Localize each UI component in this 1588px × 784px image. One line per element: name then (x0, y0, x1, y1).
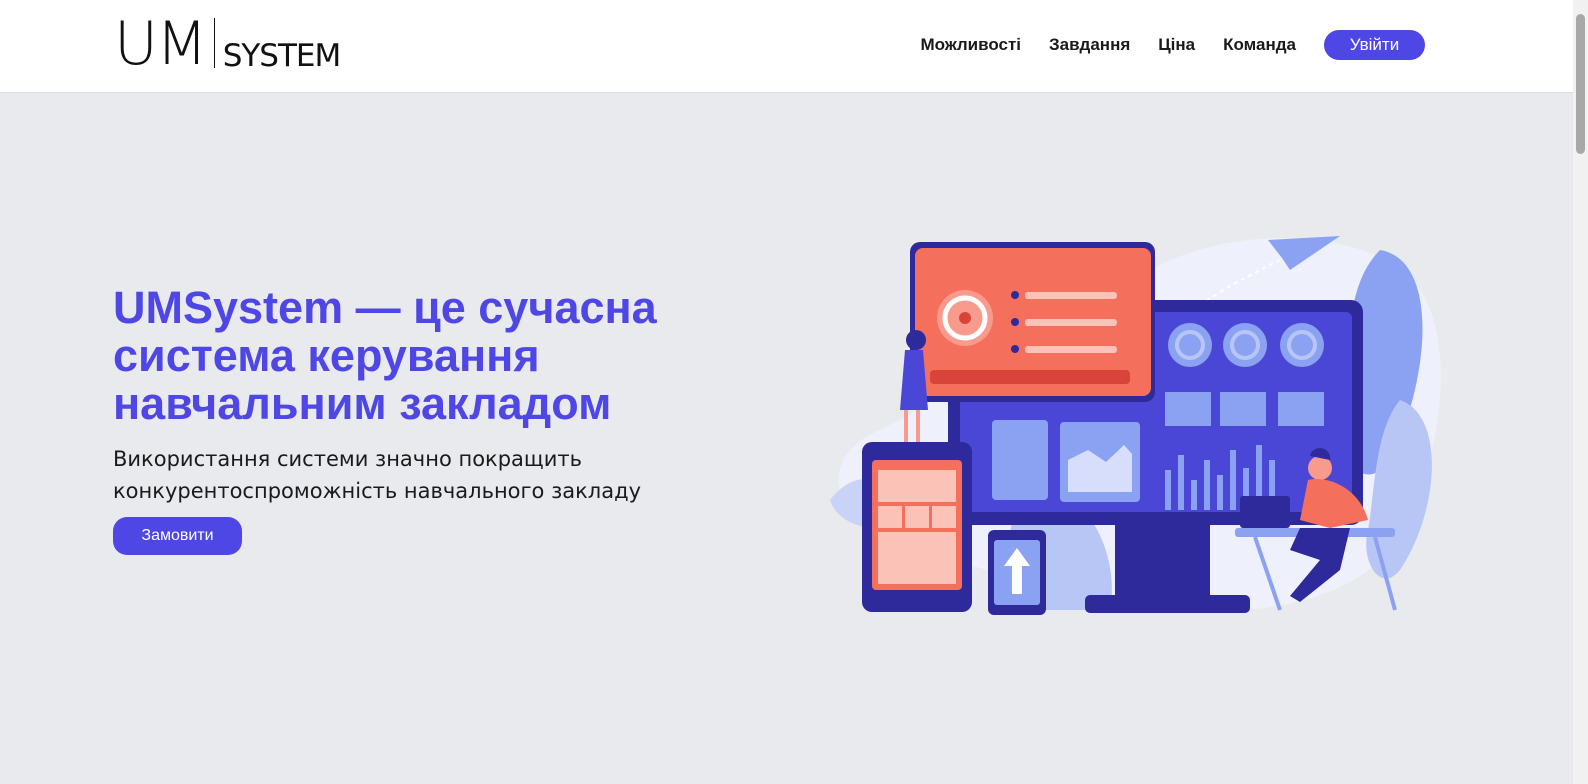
order-button[interactable]: Замовити (113, 517, 242, 555)
logo-system-text: SYSTEM (222, 38, 342, 74)
logo-um-text: UM (114, 9, 208, 79)
laptop (1240, 496, 1290, 528)
hero-title: UMSystem — це сучасна система керування … (113, 282, 657, 429)
logo[interactable]: UM SYSTEM (114, 14, 342, 74)
hero-subtitle: Використання системи значно покращить ко… (113, 447, 642, 503)
monitor-stand (1085, 595, 1250, 613)
logo-divider (213, 18, 215, 68)
nav-link-price[interactable]: Ціна (1158, 35, 1195, 55)
nav-link-team[interactable]: Команда (1223, 35, 1296, 55)
login-button[interactable]: Увійти (1324, 30, 1425, 60)
scrollbar-thumb[interactable] (1576, 14, 1585, 154)
nav-link-features[interactable]: Можливості (920, 35, 1021, 55)
nav-link-tasks[interactable]: Завдання (1049, 35, 1130, 55)
hero-illustration (830, 236, 1441, 615)
site-header: UM SYSTEM Можливості Завдання Ціна Коман… (0, 0, 1573, 93)
main-nav: Можливості Завдання Ціна Команда Увійти (892, 30, 1425, 60)
page-scrollbar[interactable] (1573, 0, 1588, 784)
